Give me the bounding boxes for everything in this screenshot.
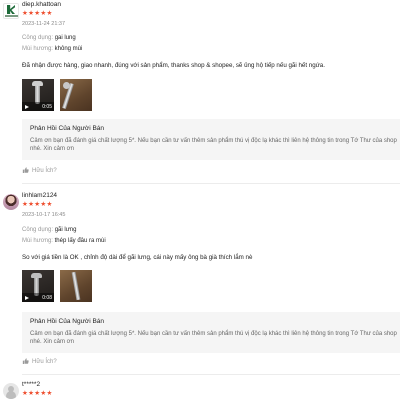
attribute-value: thép lấy đâu ra mùi [54, 238, 106, 244]
user-avatar[interactable] [3, 383, 19, 399]
review-photo-thumbnail[interactable] [60, 270, 92, 302]
review-datetime: 2023-11-24 21:37 [22, 21, 66, 27]
video-duration: 0:05 [42, 104, 52, 110]
review-comment: So với giá tiền là OK , chỉnh độ dài để … [22, 254, 253, 261]
review-video-thumbnail[interactable]: 0:08 [22, 270, 54, 302]
product-image-icon [71, 271, 81, 301]
review-divider [22, 374, 400, 375]
shop-logo-icon [7, 5, 15, 14]
rating-stars: ★★★★★ [22, 201, 53, 208]
reviewer-username[interactable]: t*****2 [22, 381, 40, 388]
attribute-value: gai lung [54, 35, 76, 41]
helpful-button[interactable]: Hữu Ích? [22, 167, 57, 174]
attribute-label: Mùi hương: [22, 238, 53, 244]
attribute-label: Công dụng: [22, 227, 54, 233]
review-photo-thumbnail[interactable] [60, 79, 92, 111]
attribute-label: Công dụng: [22, 35, 54, 41]
review-video-thumbnail[interactable]: 0:05 [22, 79, 54, 111]
attribute-scent: Mùi hương: thép lấy đâu ra mùi [22, 238, 106, 244]
user-avatar[interactable] [3, 194, 19, 210]
attribute-usage: Công dụng: gai lung [22, 35, 76, 41]
seller-reply-title: Phản Hồi Của Người Bán [30, 318, 105, 325]
seller-reply-text: Cảm ơn bạn đã đánh giá chất lượng 5*. Nế… [30, 331, 397, 346]
helpful-button[interactable]: Hữu Ích? [22, 358, 57, 365]
seller-reply-box: Phản Hồi Của Người Bán Cảm ơn bạn đã đán… [22, 312, 400, 353]
attribute-value: không mùi [54, 46, 83, 52]
attribute-scent: Mùi hương: không mùi [22, 46, 82, 52]
reviewer-username[interactable]: diep.khattoan [22, 1, 61, 8]
attribute-value: gãi lưng [54, 227, 77, 233]
seller-reply-title: Phản Hồi Của Người Bán [30, 125, 105, 132]
thumb-up-icon [22, 167, 29, 173]
rating-stars: ★★★★★ [22, 10, 53, 17]
rating-stars: ★★★★★ [22, 390, 53, 397]
play-icon [25, 296, 29, 300]
thumb-up-icon [22, 358, 29, 364]
review-comment: Đã nhận được hàng, giao nhanh, đúng với … [22, 62, 325, 69]
helpful-label: Hữu Ích? [32, 359, 57, 365]
review-datetime: 2023-10-17 16:45 [22, 212, 66, 218]
attribute-label: Mùi hương: [22, 46, 53, 52]
reviewer-username[interactable]: linhlam2124 [22, 192, 57, 199]
video-duration: 0:08 [42, 295, 52, 301]
seller-reply-box: Phản Hồi Của Người Bán Cảm ơn bạn đã đán… [22, 119, 400, 160]
review-divider [22, 183, 400, 184]
seller-reply-text: Cảm ơn bạn đã đánh giá chất lượng 5*. Nế… [30, 138, 397, 153]
attribute-usage: Công dụng: gãi lưng [22, 227, 76, 233]
user-avatar[interactable] [3, 3, 19, 19]
helpful-label: Hữu Ích? [32, 168, 57, 174]
play-icon [25, 105, 29, 109]
